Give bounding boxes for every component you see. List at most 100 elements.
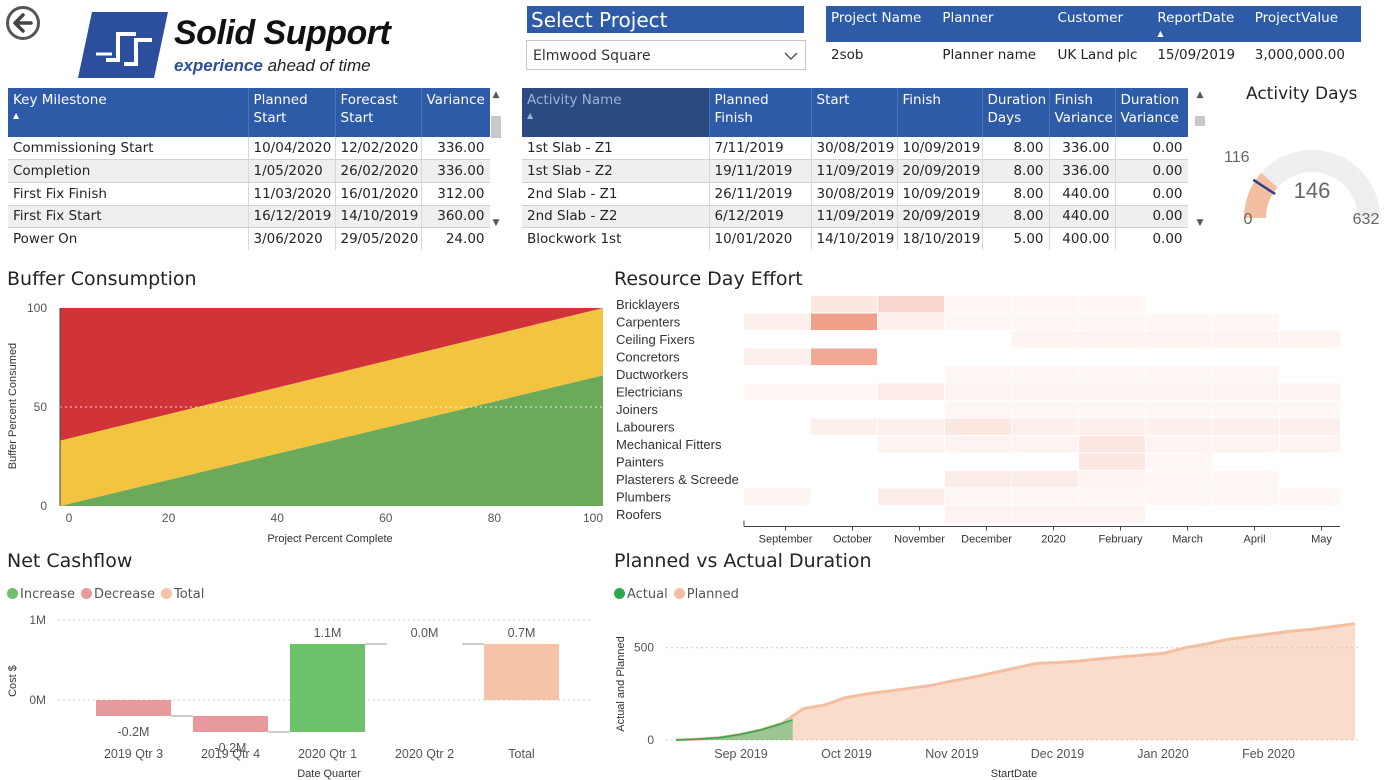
table-row[interactable]: 2nd Slab - Z1 26/11/2019 30/08/2019 10/09/2… xyxy=(522,182,1188,206)
activity-table[interactable]: Activity Name ▲ Planned Finish Start Finish D… xyxy=(522,88,1188,250)
y-tick-label: 0 xyxy=(40,499,47,513)
table-cell: 1/05/2020 xyxy=(248,159,336,183)
table-cell: 11/03/2020 xyxy=(248,182,336,206)
column-header[interactable]: Planned Start xyxy=(248,88,336,137)
activity-scrollbar[interactable]: ▲ ▼ xyxy=(1194,88,1206,234)
table-row[interactable]: 1st Slab - Z2 19/11/2019 11/09/2019 20/09/2… xyxy=(522,159,1188,183)
legend-item[interactable]: Total xyxy=(160,587,204,602)
table-cell: 8.00 xyxy=(982,182,1050,206)
table-cell: 30/08/2019 xyxy=(811,137,898,161)
heatmap-cell xyxy=(1213,366,1279,383)
milestone-table[interactable]: Key Milestone ▲ Planned Start Forecast Star… xyxy=(8,88,490,250)
milestone-header: Key Milestone ▲ Planned Start Forecast Star… xyxy=(8,88,490,137)
column-header[interactable]: Finish xyxy=(897,88,983,137)
table-row[interactable]: Blockwork 1st 10/01/2020 14/10/2019 18/10/2… xyxy=(522,227,1188,250)
table-row[interactable]: First Fix Start 16/12/2019 14/10/2019 360.0… xyxy=(8,205,490,229)
table-row[interactable]: First Fix Finish 11/03/2020 16/01/2020 312.… xyxy=(8,182,490,206)
select-project-label: Select Project xyxy=(527,6,804,33)
heatmap-cell xyxy=(1012,401,1078,418)
column-header[interactable]: Key Milestone ▲ xyxy=(8,88,249,137)
legend-item[interactable]: Actual xyxy=(614,587,668,602)
heatmap-cell xyxy=(744,383,810,400)
column-header[interactable]: Duration Variance xyxy=(1115,88,1188,137)
heatmap-cell xyxy=(1079,453,1145,470)
scroll-up-icon[interactable]: ▲ xyxy=(1194,90,1206,100)
column-header[interactable]: Start xyxy=(811,88,898,137)
x-axis-label: Project Percent Complete xyxy=(267,533,392,545)
sort-asc-icon[interactable]: ▲ xyxy=(1157,29,1244,39)
table-cell: 440.00 xyxy=(1049,182,1116,206)
table-cell: 2nd Slab - Z1 xyxy=(522,182,710,206)
column-header[interactable]: Forecast Start xyxy=(335,88,422,137)
legend-item[interactable]: Increase xyxy=(7,587,75,602)
table-cell: 29/05/2020 xyxy=(335,227,422,250)
column-header[interactable]: ReportDate ▲ xyxy=(1152,6,1250,42)
heatmap-row-label: Labourers xyxy=(616,420,675,435)
table-cell: 400.00 xyxy=(1049,227,1116,250)
cashflow-legend: Increase Decrease Total xyxy=(7,587,210,602)
column-header[interactable]: Variance xyxy=(421,88,490,137)
table-cell: 0.00 xyxy=(1115,159,1188,183)
table-cell: 10/01/2020 xyxy=(709,227,812,250)
project-info-cell: 15/09/2019 xyxy=(1157,47,1236,63)
scroll-down-icon[interactable]: ▼ xyxy=(490,218,502,228)
table-row[interactable]: Commissioning Start 10/04/2020 12/02/2020 3… xyxy=(8,137,490,161)
heatmap-cell xyxy=(945,383,1011,400)
column-header[interactable]: Project Name xyxy=(826,6,938,42)
x-tick-label: 80 xyxy=(488,511,502,525)
table-row[interactable]: 2nd Slab - Z2 6/12/2019 11/09/2019 20/09/20… xyxy=(522,205,1188,229)
table-cell: 11/09/2019 xyxy=(811,159,898,183)
planned-actual-legend: Actual Planned xyxy=(614,587,745,602)
heatmap-cell xyxy=(1012,313,1078,330)
column-header-label: Planned Start xyxy=(253,92,308,126)
legend-item[interactable]: Planned xyxy=(673,587,739,602)
column-header[interactable]: Activity Name ▲ xyxy=(522,88,710,137)
buffer-consumption-chart: 0 50 100 0 20 40 60 80 100 Project Percent Comple… xyxy=(7,301,603,545)
column-header[interactable]: ProjectValue xyxy=(1249,6,1361,42)
y-axis-label: Cost $ xyxy=(7,665,19,697)
heatmap-cell xyxy=(1213,471,1279,488)
chevron-down-icon xyxy=(784,52,798,61)
column-header[interactable]: Planned Finish xyxy=(709,88,812,137)
heatmap-cell xyxy=(811,383,877,400)
x-axis-label: Date Quarter xyxy=(297,768,361,780)
column-header[interactable]: Customer xyxy=(1052,6,1153,42)
table-cell: 16/01/2020 xyxy=(335,182,422,206)
scroll-down-icon[interactable]: ▼ xyxy=(1194,218,1206,228)
column-header[interactable]: Planner xyxy=(937,6,1053,42)
legend-dot-icon xyxy=(160,588,172,599)
legend-dot-icon xyxy=(7,588,18,599)
table-row[interactable]: Completion 1/05/2020 26/02/2020 336.00 xyxy=(8,159,490,183)
back-button[interactable] xyxy=(6,6,40,40)
logo-tagline-bold: experience xyxy=(174,56,263,75)
heatmap-cell xyxy=(1012,366,1078,383)
table-cell: 14/10/2019 xyxy=(811,227,898,250)
heatmap-cell xyxy=(878,296,944,313)
table-cell: 11/09/2019 xyxy=(811,205,898,229)
legend-item[interactable]: Decrease xyxy=(81,587,155,602)
heatmap-cell xyxy=(1146,436,1212,453)
project-dropdown[interactable]: Elmwood Square xyxy=(526,40,806,70)
scroll-up-icon[interactable]: ▲ xyxy=(490,90,502,100)
sort-asc-icon[interactable]: ▲ xyxy=(13,111,243,121)
table-cell: 18/10/2019 xyxy=(897,227,983,250)
heatmap-cell xyxy=(811,296,877,313)
x-tick-label: Jan 2020 xyxy=(1137,747,1188,761)
scroll-thumb[interactable] xyxy=(491,116,501,138)
column-header[interactable]: Duration Days xyxy=(982,88,1050,137)
table-row[interactable]: Power On 3/06/2020 29/05/2020 24.00 xyxy=(8,227,490,250)
sort-asc-icon[interactable]: ▲ xyxy=(527,111,704,121)
legend-dot-icon xyxy=(81,588,93,599)
table-row[interactable]: 1st Slab - Z1 7/11/2019 30/08/2019 10/09/20… xyxy=(522,137,1188,161)
scroll-thumb[interactable] xyxy=(1195,116,1205,126)
column-header[interactable]: Finish Variance xyxy=(1049,88,1116,137)
table-cell: 0.00 xyxy=(1115,205,1188,229)
heatmap-cell xyxy=(1213,436,1279,453)
milestone-scrollbar[interactable]: ▲ ▼ xyxy=(490,88,502,234)
heatmap-cell xyxy=(878,436,944,453)
heatmap-cell xyxy=(945,506,1011,523)
column-header-label: Variance xyxy=(426,92,485,108)
y-tick-label: 100 xyxy=(27,301,47,315)
x-tick-label: December xyxy=(961,534,1012,546)
column-header-label: Finish xyxy=(902,92,941,108)
